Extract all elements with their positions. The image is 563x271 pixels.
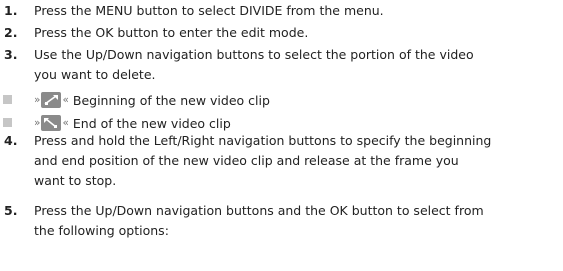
close-quote: « xyxy=(62,94,69,106)
close-quote: « xyxy=(62,117,69,129)
step-text-continued: the following options: xyxy=(34,223,169,238)
open-quote: » xyxy=(34,117,41,129)
step-text: Use the Up/Down navigation buttons to se… xyxy=(34,47,474,62)
clip-end-icon xyxy=(41,115,62,131)
bullet-square xyxy=(3,118,12,127)
step-1: 1. Press the MENU button to select DIVID… xyxy=(0,0,563,22)
step-number: 4. xyxy=(4,133,18,148)
bullet-label: Beginning of the new video clip xyxy=(72,92,270,108)
step-3: 3. Use the Up/Down navigation buttons to… xyxy=(0,44,563,88)
step-5: 5. Press the Up/Down navigation buttons … xyxy=(0,200,563,244)
step-number: 3. xyxy=(4,47,18,62)
step-text: Press the MENU button to select DIVIDE f… xyxy=(34,3,384,18)
bullet-label: End of the new video clip xyxy=(72,115,231,131)
step-2: 2. Press the OK button to enter the edit… xyxy=(0,22,563,44)
step-text-continued: and end position of the new video clip a… xyxy=(34,153,459,168)
step-text: Press and hold the Left/Right navigation… xyxy=(34,133,492,148)
step-number: 1. xyxy=(4,3,18,18)
bullet-square xyxy=(3,95,12,104)
step-4: 4. Press and hold the Left/Right navigat… xyxy=(0,130,563,196)
clip-start-icon xyxy=(41,92,62,108)
step-number: 2. xyxy=(4,25,18,40)
instruction-document: 1. Press the MENU button to select DIVID… xyxy=(0,0,563,271)
open-quote: » xyxy=(34,94,41,106)
step-text-continued: want to stop. xyxy=(34,173,117,188)
step-number: 5. xyxy=(4,203,18,218)
step-text-continued: you want to delete. xyxy=(34,67,156,82)
icon-line: » « Beginning of the new video clip xyxy=(34,89,270,111)
step-text: Press the Up/Down navigation buttons and… xyxy=(34,203,484,218)
bullet-clip-start: » « Beginning of the new video clip xyxy=(0,89,563,111)
step-text: Press the OK button to enter the edit mo… xyxy=(34,25,309,40)
